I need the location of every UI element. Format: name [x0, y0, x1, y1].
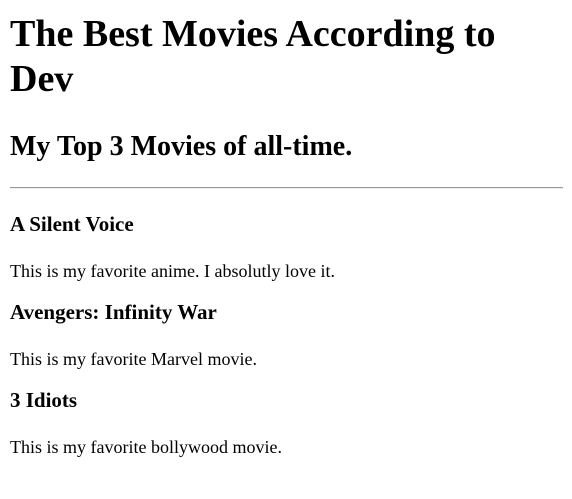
movie-title: A Silent Voice — [10, 212, 134, 236]
movie-item: Avengers: Infinity War This is my favori… — [10, 300, 563, 370]
movie-title: 3 Idiots — [10, 388, 78, 412]
movie-title: Avengers: Infinity War — [10, 300, 217, 324]
movie-description: This is my favorite anime. I absolutly l… — [10, 261, 335, 281]
movie-item: 3 Idiots This is my favorite bollywood m… — [10, 388, 563, 458]
divider — [10, 187, 563, 189]
movie-description: This is my favorite bollywood movie. — [10, 437, 282, 457]
movie-description: This is my favorite Marvel movie. — [10, 349, 257, 369]
movie-item: A Silent Voice This is my favorite anime… — [10, 212, 563, 282]
page-content: The Best Movies According to Dev My Top … — [0, 12, 572, 458]
page-title: The Best Movies According to Dev — [10, 13, 496, 100]
page-subtitle: My Top 3 Movies of all-time. — [10, 131, 353, 162]
movie-list: A Silent Voice This is my favorite anime… — [10, 212, 563, 458]
